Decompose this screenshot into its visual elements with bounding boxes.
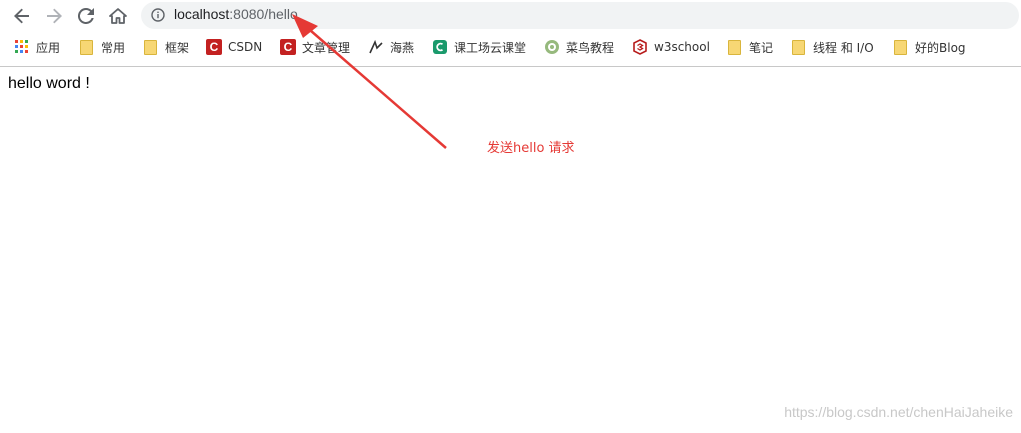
bookmark-label: 海燕 (390, 40, 415, 55)
bookmark-notes[interactable]: 笔记 (728, 34, 773, 60)
reload-icon (78, 8, 94, 24)
bookmark-threads-io[interactable]: 线程 和 I/O (792, 34, 874, 60)
folder-icon (894, 39, 907, 55)
address-bar[interactable]: localhost:8080/hello (141, 2, 1019, 29)
url-text[interactable]: localhost:8080/hello (174, 6, 298, 22)
bookmark-label: w3school (654, 40, 710, 54)
page-body-text: hello word ! (8, 75, 90, 92)
bookmark-runoob[interactable]: 菜鸟教程 (544, 34, 614, 60)
folder-icon (144, 39, 157, 55)
url-host: localhost (174, 6, 230, 22)
bookmark-haiyan[interactable]: 海燕 (368, 34, 414, 60)
bookmark-label: 笔记 (749, 40, 774, 55)
folder-icon (728, 39, 741, 55)
bookmark-label: 菜鸟教程 (566, 40, 615, 55)
folder-icon (792, 39, 805, 55)
bookmark-label: 好的Blog (915, 40, 966, 55)
home-icon (109, 8, 127, 24)
bookmark-label: 线程 和 I/O (813, 40, 874, 55)
bookmark-changyong[interactable]: 常用 (80, 34, 125, 60)
bookmark-kuangjia[interactable]: 框架 (144, 34, 189, 60)
bookmark-label: 常用 (101, 40, 126, 55)
w3school-icon (633, 39, 647, 55)
haiyan-icon (369, 39, 383, 54)
back-icon (14, 8, 29, 24)
forward-button[interactable] (42, 4, 66, 28)
bookmark-label: CSDN (228, 40, 263, 54)
forward-icon (47, 8, 62, 24)
url-path: :8080/hello (229, 6, 298, 22)
bookmark-w3school[interactable]: w3school (632, 34, 710, 60)
bookmark-label: 课工场云课堂 (454, 40, 527, 55)
bookmark-kgc[interactable]: 课工场云课堂 (432, 34, 526, 60)
bookmarks-bar: 应用 常用 框架 C CSDN C 文章管理 海燕 课工场云课堂 菜鸟教程 w3… (0, 34, 1021, 60)
watermark: https://blog.csdn.net/chenHaiJaheike (784, 404, 1013, 420)
back-button[interactable] (10, 4, 34, 28)
browser-chrome: localhost:8080/hello 应用 常用 框架 C CSDN C 文… (0, 0, 1021, 67)
bookmark-label: 文章管理 (302, 40, 351, 55)
bookmark-label: 应用 (36, 40, 61, 55)
reload-button[interactable] (74, 4, 98, 28)
csdn-icon: C (206, 39, 222, 55)
bookmark-csdn[interactable]: C CSDN (206, 34, 262, 60)
bookmark-article-manage[interactable]: C 文章管理 (280, 34, 350, 60)
apps-icon (14, 39, 30, 55)
info-icon[interactable] (151, 8, 165, 22)
kgc-icon (433, 40, 447, 54)
home-button[interactable] (106, 4, 130, 28)
annotation-label: 发送hello 请求 (487, 141, 575, 156)
folder-icon (80, 39, 93, 55)
csdn-icon: C (280, 39, 296, 55)
bookmark-good-blog[interactable]: 好的Blog (894, 34, 966, 60)
bookmark-label: 框架 (165, 40, 190, 55)
runoob-icon (545, 40, 559, 54)
bookmark-apps[interactable]: 应用 (14, 34, 60, 60)
